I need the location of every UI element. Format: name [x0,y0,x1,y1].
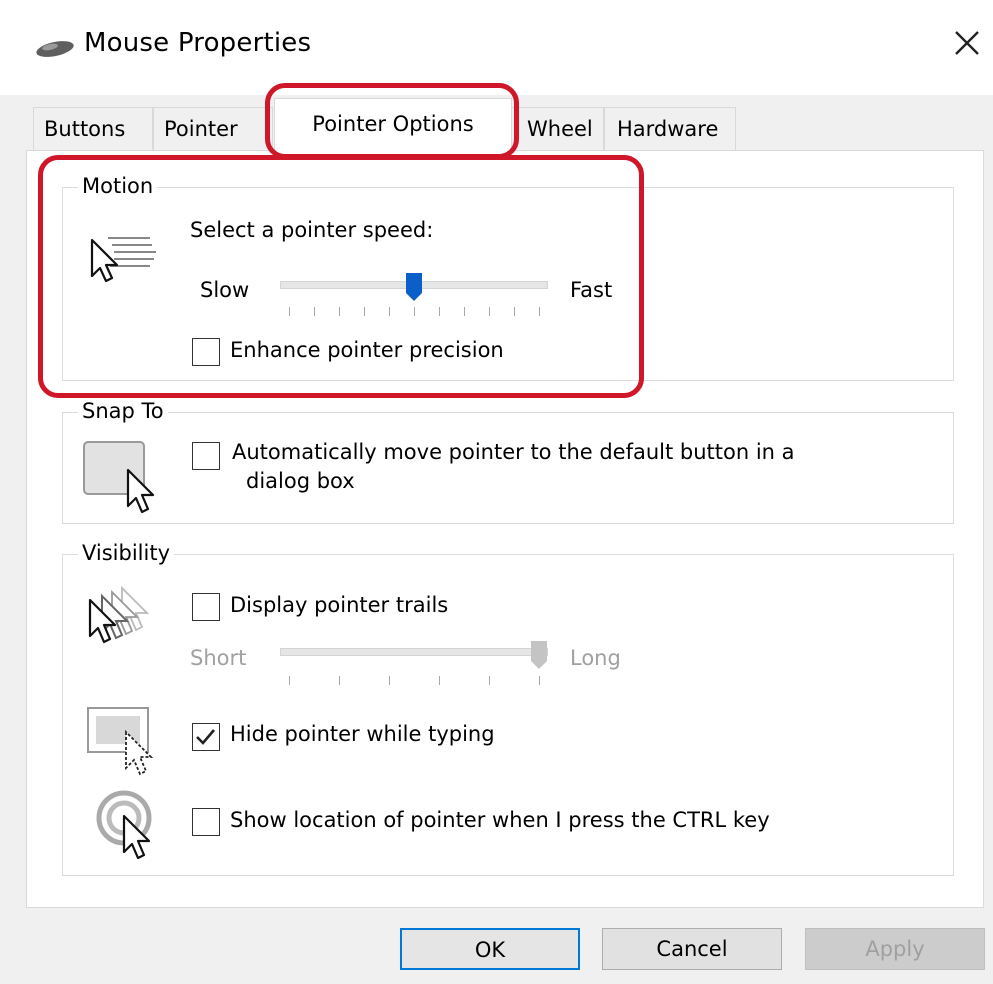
tab-label: Hardware [617,117,719,141]
tab-pointer-options[interactable]: Pointer Options [274,98,512,152]
tab-label: Pointer [164,117,238,141]
slider-tick [289,676,290,685]
close-icon[interactable] [950,26,984,60]
slider-tick [339,676,340,685]
pointer-speed-slider-thumb[interactable] [405,272,423,302]
mouse-icon [36,41,74,57]
tab-pointer[interactable]: Pointer [153,107,273,151]
slider-tick [489,307,490,316]
slider-tick [439,307,440,316]
hide-while-typing-checkbox[interactable] [192,723,220,751]
trail-length-slider-thumb[interactable] [530,640,548,670]
show-location-icon [96,790,152,860]
slider-tick [289,307,290,316]
trail-short-label: Short [190,646,247,670]
tab-label: Pointer Options [312,112,474,136]
snap-to-group-title: Snap To [78,398,168,424]
slider-tick [314,307,315,316]
motion-group-title: Motion [78,173,158,199]
pointer-speed-prompt: Select a pointer speed: [190,218,434,242]
snap-to-label: Automatically move pointer to the defaul… [232,440,795,464]
slider-tick [539,676,540,685]
tab-label: Wheel [527,117,593,141]
tab-buttons[interactable]: Buttons [33,107,153,151]
slider-tick [439,676,440,685]
slider-tick [489,676,490,685]
pointer-speed-icon [90,237,156,283]
slider-tick [339,307,340,316]
pointer-trails-checkbox[interactable] [192,593,220,621]
cancel-button[interactable]: Cancel [602,928,782,970]
slider-tick [389,307,390,316]
slow-label: Slow [200,278,250,302]
pointer-trails-icon [88,585,150,644]
enhance-precision-checkbox[interactable] [192,338,220,366]
snap-to-checkbox[interactable] [192,442,220,470]
visibility-group-title: Visibility [78,540,175,566]
show-location-label: Show location of pointer when I press th… [230,808,770,832]
tab-label: Buttons [44,117,126,141]
ok-button[interactable]: OK [400,928,580,970]
slider-tick [389,676,390,685]
title-bar: Mouse Properties [0,0,993,95]
show-location-checkbox[interactable] [192,808,220,836]
snap-to-label-line2: dialog box [246,469,355,493]
tab-hardware[interactable]: Hardware [604,107,736,151]
snap-to-icon [83,441,155,514]
trail-long-label: Long [570,646,621,670]
apply-button[interactable]: Apply [805,928,985,970]
trail-length-slider[interactable] [280,648,548,656]
slider-tick [414,307,415,316]
slider-tick [514,307,515,316]
tab-wheel[interactable]: Wheel [504,107,604,151]
enhance-precision-label: Enhance pointer precision [230,338,504,362]
pointer-trails-label: Display pointer trails [230,593,449,617]
hide-while-typing-label: Hide pointer while typing [230,722,495,746]
window-title: Mouse Properties [84,28,312,58]
slider-tick [539,307,540,316]
hide-while-typing-icon [87,707,154,776]
slider-tick [464,307,465,316]
fast-label: Fast [570,278,613,302]
slider-tick [364,307,365,316]
